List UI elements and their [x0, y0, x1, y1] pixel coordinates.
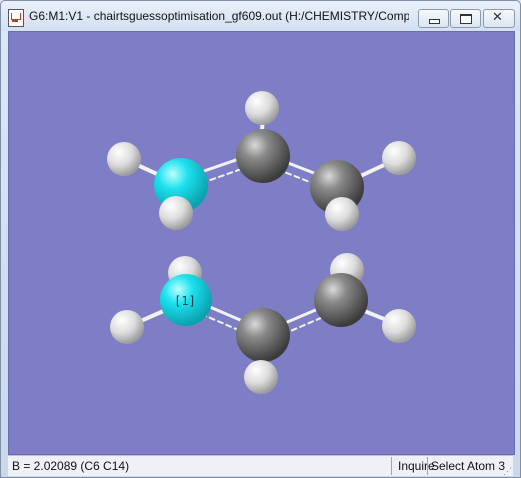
carbon-atom[interactable]: [236, 308, 290, 362]
resize-grip-icon[interactable]: ⋰: [503, 466, 513, 476]
maximize-icon: [460, 14, 472, 24]
hydrogen-atom[interactable]: [110, 310, 144, 344]
hydrogen-atom[interactable]: [107, 142, 141, 176]
carbon-atom[interactable]: [236, 129, 290, 183]
minimize-icon: [429, 19, 440, 24]
window-title: G6:M1:V1 - chairtsguessoptimisation_gf60…: [29, 9, 409, 23]
minimize-button[interactable]: [418, 9, 449, 28]
molecule-top-fragment[interactable]: [107, 91, 416, 231]
molecule-viewport[interactable]: [1]: [8, 31, 515, 455]
viewer-window: G6:M1:V1 - chairtsguessoptimisation_gf60…: [0, 0, 521, 478]
maximize-button[interactable]: [450, 9, 481, 28]
status-measurement: B = 2.02089 (C6 C14): [12, 459, 130, 473]
hydrogen-atom[interactable]: [245, 91, 279, 125]
hydrogen-atom[interactable]: [382, 309, 416, 343]
gaussview-app-icon[interactable]: [8, 9, 24, 27]
status-action: Select Atom 3: [427, 457, 508, 475]
molecule-canvas[interactable]: [1]: [9, 32, 514, 454]
molecule-bottom-fragment[interactable]: [1]: [110, 253, 416, 394]
atom-label: [1]: [174, 294, 196, 308]
close-button[interactable]: ✕: [483, 9, 515, 28]
close-icon: ✕: [492, 10, 503, 25]
carbon-atom[interactable]: [314, 273, 368, 327]
hydrogen-atom[interactable]: [159, 196, 193, 230]
title-bar[interactable]: G6:M1:V1 - chairtsguessoptimisation_gf60…: [1, 1, 520, 31]
status-bar: B = 2.02089 (C6 C14) Inquire Select Atom…: [8, 455, 513, 476]
hydrogen-atom[interactable]: [382, 141, 416, 175]
hydrogen-atom[interactable]: [244, 360, 278, 394]
hydrogen-atom[interactable]: [325, 197, 359, 231]
